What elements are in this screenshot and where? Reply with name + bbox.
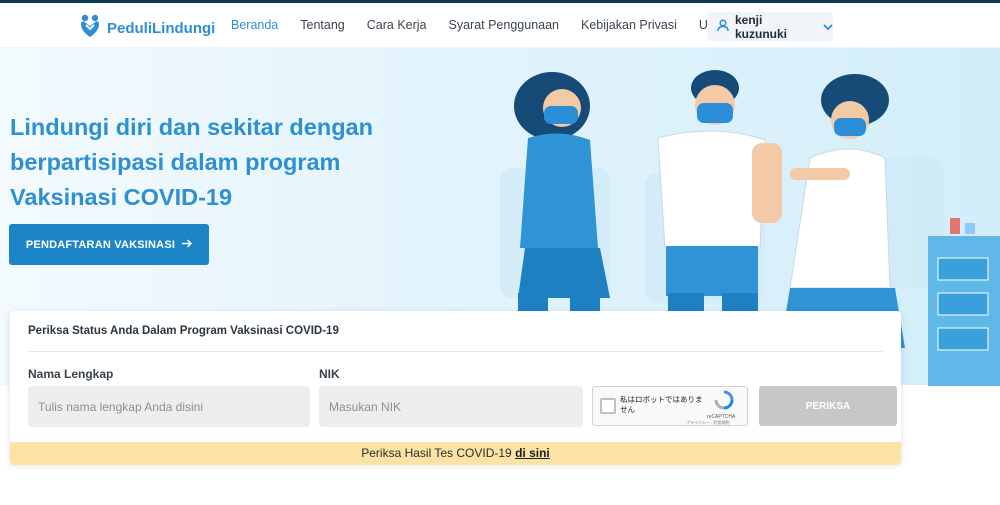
check-button[interactable]: PERIKSA (759, 386, 897, 426)
nik-input[interactable] (319, 386, 583, 427)
nav-link-beranda[interactable]: Beranda (231, 18, 278, 32)
nav-link-cara-kerja[interactable]: Cara Kerja (367, 18, 427, 32)
logo-heart-icon (78, 13, 102, 44)
logo-text: PeduliLindungi (107, 20, 216, 37)
vaccination-status-form: Periksa Status Anda Dalam Program Vaksin… (10, 311, 901, 465)
logo[interactable]: PeduliLindungi (78, 13, 215, 44)
nav-link-kebijakan-privasi[interactable]: Kebijakan Privasi (581, 18, 677, 32)
recaptcha-logo-icon (714, 390, 734, 415)
banner-text: Periksa Hasil Tes COVID-19 (361, 446, 512, 460)
hero-title: Lindungi diri dan sekitar dengan berpart… (10, 114, 373, 210)
navbar: PeduliLindungi Beranda Tentang Cara Kerj… (0, 3, 1000, 48)
cta-label: PENDAFTARAN VAKSINASI (25, 238, 176, 251)
recaptcha-checkbox[interactable] (600, 398, 616, 414)
nav-link-syarat-penggunaan[interactable]: Syarat Penggunaan (449, 18, 560, 32)
recaptcha-label: 私はロボットではありません (620, 395, 703, 414)
covid-test-banner: Periksa Hasil Tes COVID-19 di sini (10, 442, 901, 465)
form-title: Periksa Status Anda Dalam Program Vaksin… (28, 325, 339, 337)
user-icon (717, 18, 729, 35)
nik-label: NIK (319, 367, 340, 381)
form-divider (28, 351, 883, 352)
recaptcha-widget: 私はロボットではありません reCAPTCHA プライバシー - 利用規約 (592, 386, 748, 426)
nav-link-tentang[interactable]: Tentang (300, 18, 344, 32)
banner-link[interactable]: di sini (515, 446, 550, 460)
nav-links: Beranda Tentang Cara Kerja Syarat Penggu… (231, 18, 758, 32)
user-menu-button[interactable]: kenji kuzunuki (707, 12, 833, 41)
arrow-right-icon (182, 239, 193, 251)
recaptcha-terms[interactable]: プライバシー - 利用規約 (686, 420, 729, 426)
chevron-down-icon (823, 20, 833, 34)
user-name: kenji kuzunuki (735, 12, 788, 41)
name-input[interactable] (28, 386, 310, 427)
name-label: Nama Lengkap (28, 367, 114, 381)
vaccination-registration-button[interactable]: PENDAFTARAN VAKSINASI (9, 224, 209, 265)
